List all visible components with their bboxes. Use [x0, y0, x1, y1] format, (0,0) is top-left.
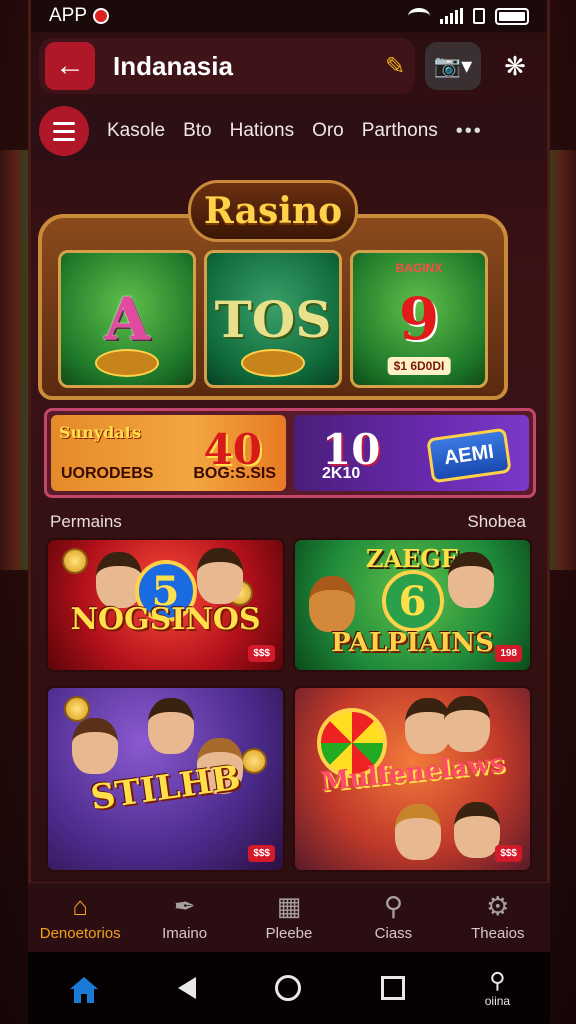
category-tab[interactable]: Bto	[183, 120, 212, 142]
category-bar: Kasole Bto Hations Oro Parthons •••	[31, 102, 547, 160]
tab-home[interactable]: ⌂ Denoetorios	[28, 883, 132, 952]
category-tab[interactable]: Kasole	[107, 120, 165, 142]
system-home-button[interactable]	[68, 975, 98, 1003]
character-face	[395, 804, 441, 860]
promo-subtitle: 2K10	[322, 465, 361, 482]
pin-icon[interactable]: ✎	[375, 52, 415, 81]
home-icon	[69, 977, 98, 1003]
gear-icon: ⚙	[486, 891, 510, 921]
page-title: Indanasia	[113, 50, 233, 81]
slot-reel: BAGINX 9 $1 6D0DI	[350, 250, 488, 388]
character-face	[72, 718, 118, 774]
section-header: Permains Shobea	[50, 512, 526, 532]
home-icon: ⌂	[72, 891, 89, 921]
reel-label: BAGINX	[395, 261, 443, 275]
character-face	[148, 698, 194, 754]
system-search-button[interactable]: ⚲ oiina	[485, 968, 510, 1008]
promo-card[interactable]: Sunydats 40 UORODEBS BOG:S.SIS	[51, 415, 286, 491]
status-bar: APP	[31, 0, 547, 32]
app-header: ← Indanasia ✎ 📷​▾ ❋	[31, 32, 547, 100]
reel-symbol: 9	[398, 285, 440, 353]
fox-character	[309, 576, 355, 632]
slot-reels: A TOS BAGINX 9 $1 6D0DI	[58, 250, 488, 388]
search-icon: ⚲	[383, 891, 403, 921]
reel-symbol: A	[104, 285, 150, 353]
tab-label: Pleebe	[265, 925, 313, 942]
game-badge: 198	[495, 645, 522, 662]
game-number: 6	[381, 570, 444, 632]
title-bar: ← Indanasia ✎	[39, 38, 415, 94]
game-badge: $$$	[495, 845, 522, 862]
section-link[interactable]: Shobea	[467, 512, 526, 532]
coin-pot-icon	[95, 349, 159, 377]
character-face	[448, 552, 494, 608]
camera-button[interactable]: 📷​▾	[425, 42, 481, 90]
battery-icon	[495, 7, 529, 25]
lock-icon	[473, 8, 485, 24]
game-badge: $$$	[248, 645, 275, 662]
category-tab[interactable]: Hations	[230, 120, 294, 142]
game-badge: $$$	[248, 845, 275, 862]
promo-strip: Sunydats 40 UORODEBS BOG:S.SIS 10 2K10 A…	[44, 408, 536, 498]
coin-icon	[62, 548, 88, 574]
character-face	[454, 802, 500, 858]
system-home-circle-button[interactable]	[275, 975, 302, 1001]
section-title: Permains	[50, 512, 122, 531]
game-title: NOGSINOS	[70, 602, 261, 637]
category-tab[interactable]: Parthons	[362, 120, 438, 142]
signal-icon	[440, 8, 463, 24]
promo-card[interactable]: 10 2K10 AEMI	[294, 415, 529, 491]
bottom-tab-bar: ⌂ Denoetorios ✒ Imaino ▦ Pleebe ⚲ Ciass …	[28, 882, 550, 952]
tab-pleebe[interactable]: ▦ Pleebe	[237, 883, 341, 952]
game-tile[interactable]: STILHB $$$	[46, 686, 285, 872]
tab-theaios[interactable]: ⚙ Theaios	[446, 883, 550, 952]
game-tile[interactable]: ZAEGE 6 PALPIAINS 198	[293, 538, 532, 672]
game-tile[interactable]: Mulfenelaws $$$	[293, 686, 532, 872]
wifi-icon	[408, 8, 430, 24]
coin-pot-icon	[241, 349, 305, 377]
search-icon: ⚲	[489, 968, 506, 993]
recording-icon	[93, 8, 110, 24]
app-label: APP	[49, 5, 88, 26]
calendar-icon: ▦	[276, 891, 302, 921]
promo-badge: AEMI	[426, 427, 512, 484]
slot-reel: A	[58, 250, 196, 388]
game-grid: 5 NOGSINOS $$$ ZAEGE 6 PALPIAINS 198 STI…	[46, 538, 532, 872]
character-face	[197, 548, 243, 604]
reel-symbol: TOS	[214, 289, 332, 349]
tab-label: Imaino	[162, 925, 208, 942]
back-button[interactable]: ←	[45, 42, 95, 90]
reel-amount: $1 6D0DI	[387, 357, 451, 375]
hero-slot-banner[interactable]: Rasino A TOS BAGINX 9 $1 6D0DI	[38, 180, 508, 400]
tab-imaino[interactable]: ✒ Imaino	[132, 883, 236, 952]
hero-title: Rasino	[188, 180, 358, 242]
promo-subtitle: BOG:S.SIS	[193, 465, 276, 482]
tab-ciass[interactable]: ⚲ Ciass	[341, 883, 445, 952]
slot-reel: TOS	[204, 250, 342, 388]
game-subtitle: ZAEGE	[365, 544, 460, 573]
tab-label: Denoetorios	[39, 925, 121, 942]
promo-subtitle: UORODEBS	[61, 465, 154, 482]
tab-label: Ciass	[374, 925, 413, 942]
more-categories-button[interactable]: •••	[456, 120, 483, 143]
system-recents-button[interactable]	[381, 976, 406, 1000]
system-search-label: oiina	[484, 994, 511, 1008]
character-face	[444, 696, 490, 752]
feather-icon: ✒	[173, 891, 196, 921]
camera-icon: 📷​▾	[433, 53, 473, 78]
bug-button[interactable]: ❋	[491, 42, 539, 90]
hamburger-icon	[53, 121, 75, 125]
category-tab[interactable]: Oro	[312, 120, 344, 142]
arrow-left-icon: ←	[55, 49, 85, 82]
tab-label: Theaios	[471, 925, 525, 942]
menu-button[interactable]	[39, 106, 89, 156]
system-navigation-bar: ⚲ oiina	[28, 952, 550, 1024]
system-back-button[interactable]	[177, 977, 196, 999]
bug-icon: ❋	[504, 50, 526, 81]
game-tile[interactable]: 5 NOGSINOS $$$	[46, 538, 285, 672]
